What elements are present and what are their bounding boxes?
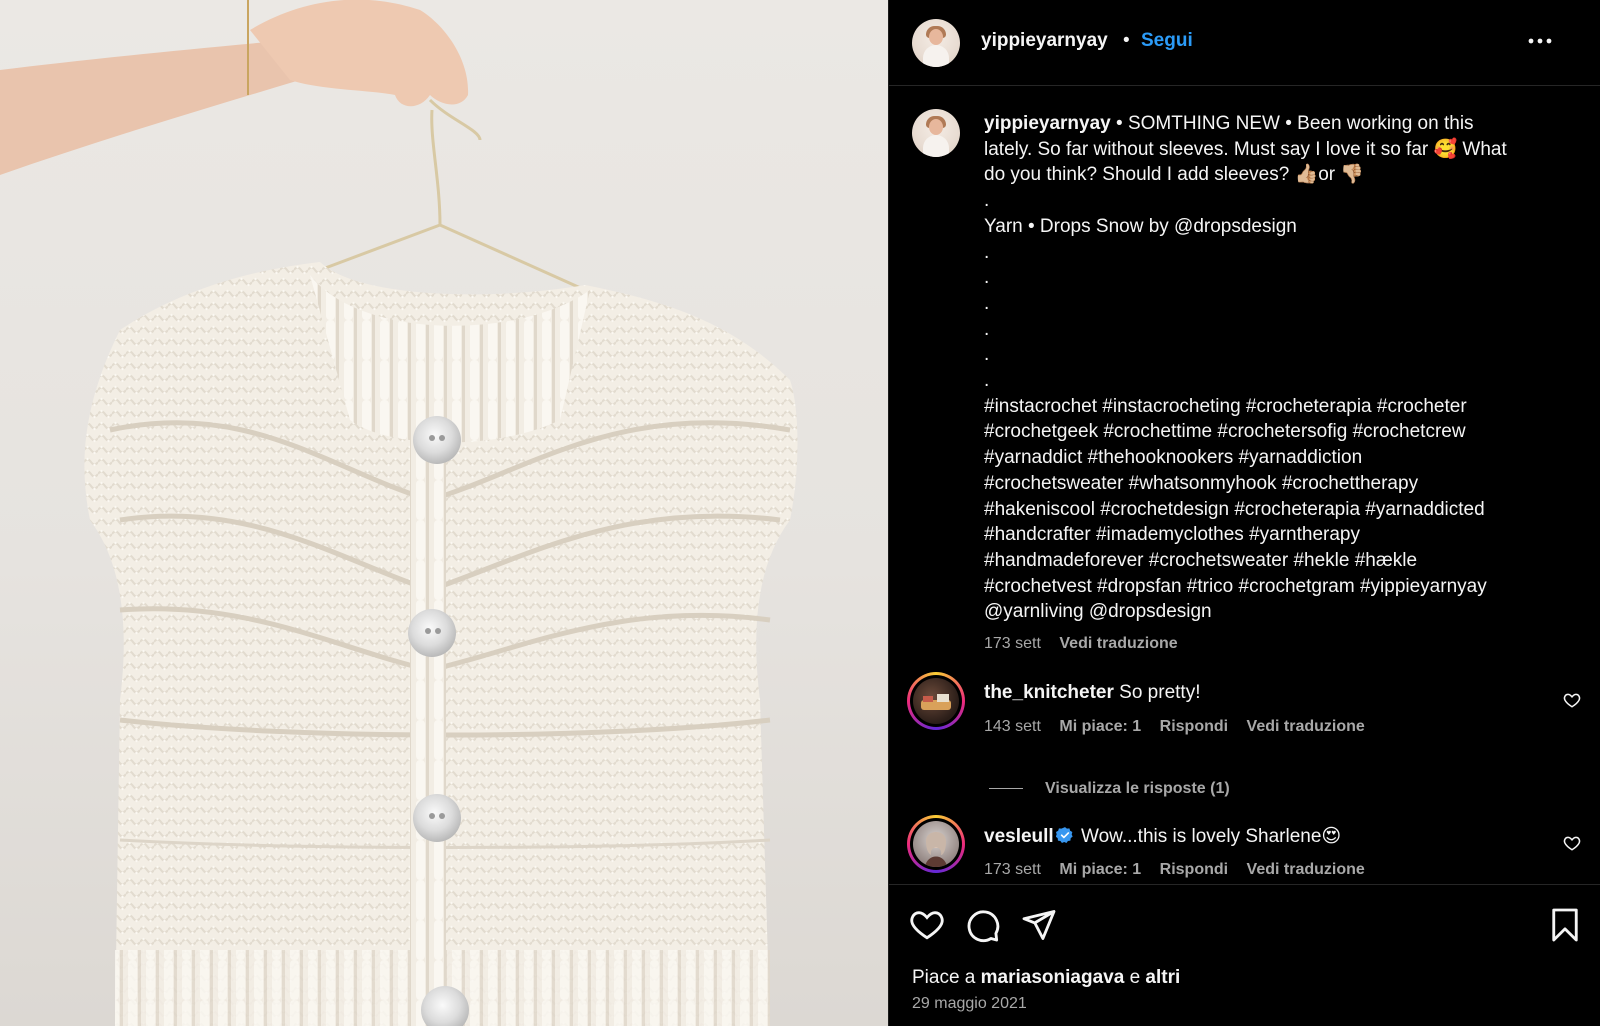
comment-translate-link[interactable]: Vedi traduzione <box>1247 718 1365 735</box>
post-photo[interactable] <box>0 0 888 1026</box>
post-actions: Piace a mariasoniagava e altri 29 maggio… <box>889 884 1600 1026</box>
post-date: 29 maggio 2021 <box>912 995 1027 1012</box>
post-panel: yippieyarnyay • Segui yippieyarnyay • SO… <box>888 0 1600 1026</box>
commenter-avatar[interactable] <box>907 672 965 730</box>
reply-button[interactable]: Rispondi <box>1160 718 1228 735</box>
more-horizontal-icon[interactable] <box>1527 30 1553 52</box>
hand <box>250 0 469 107</box>
verified-badge-icon <box>1055 826 1074 844</box>
comment-text: So pretty! <box>1119 682 1201 703</box>
caption-translate-link[interactable]: Vedi traduzione <box>1059 635 1177 652</box>
caption-age: 173 sett <box>984 635 1041 652</box>
comment-likes[interactable]: Mi piace: 1 <box>1059 861 1141 878</box>
view-replies-button[interactable]: Visualizza le risposte (1) <box>989 780 1230 798</box>
comment-heart-icon[interactable] <box>1563 834 1581 852</box>
comment-heart-icon[interactable] <box>1563 691 1581 709</box>
commenter-username[interactable]: vesleull <box>984 826 1054 847</box>
comment-likes[interactable]: Mi piace: 1 <box>1059 718 1141 735</box>
caption-username[interactable]: yippieyarnyay <box>984 113 1111 134</box>
reply-button[interactable]: Rispondi <box>1160 861 1228 878</box>
like-heart-icon[interactable] <box>909 907 945 943</box>
comments-scroll-area[interactable]: yippieyarnyay • SOMTHING NEW • Been work… <box>889 87 1600 884</box>
share-send-icon[interactable] <box>1021 907 1057 943</box>
crochet-vest-image <box>0 0 798 1026</box>
separator-dot: • <box>1123 30 1130 51</box>
commenter-username[interactable]: the_knitcheter <box>984 682 1114 703</box>
likes-others-link[interactable]: altri <box>1145 967 1180 988</box>
commenter-avatar[interactable] <box>907 815 965 873</box>
author-username[interactable]: yippieyarnyay <box>981 30 1108 52</box>
arm <box>0 40 300 175</box>
comment-age: 173 sett <box>984 861 1041 878</box>
comment-bubble-icon[interactable] <box>965 907 1001 943</box>
save-bookmark-icon[interactable] <box>1547 907 1583 943</box>
comment-age: 143 sett <box>984 718 1041 735</box>
follow-button[interactable]: Segui <box>1141 30 1193 52</box>
liked-by-username[interactable]: mariasoniagava <box>981 967 1125 988</box>
post-caption: yippieyarnyay • SOMTHING NEW • Been work… <box>984 113 1507 623</box>
comment-translate-link[interactable]: Vedi traduzione <box>1247 861 1365 878</box>
comment-text: Wow...this is lovely Sharlene😍 <box>1081 826 1342 847</box>
caption-author-avatar[interactable] <box>912 109 960 157</box>
likes-summary: Piace a mariasoniagava e altri <box>912 967 1181 988</box>
hanger <box>319 98 586 292</box>
replies-divider <box>989 788 1023 790</box>
post-header: yippieyarnyay • Segui <box>889 0 1600 86</box>
caption-meta: 173 sett Vedi traduzione <box>984 635 1192 653</box>
author-avatar[interactable] <box>912 19 960 67</box>
button-band <box>410 420 446 1026</box>
